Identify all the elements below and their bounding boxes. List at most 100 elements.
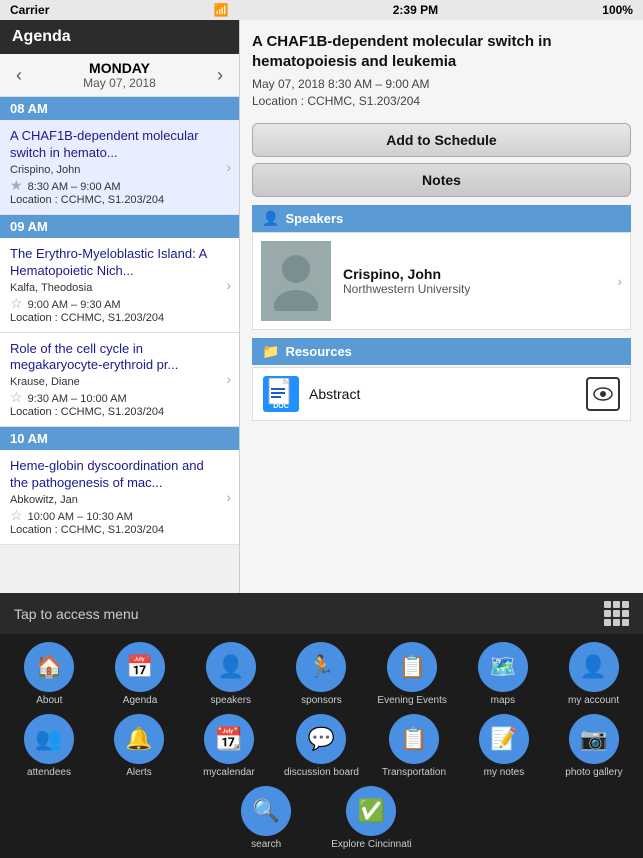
item-time: ☆ 9:30 AM – 10:00 AM: [10, 389, 229, 406]
day-info: MONDAY May 07, 2018: [32, 60, 207, 90]
day-name: MONDAY: [32, 60, 207, 76]
nav-item-evening-events[interactable]: 📋 Evening Events: [377, 642, 447, 706]
item-time: ★ 8:30 AM – 9:00 AM: [10, 177, 229, 194]
item-author: Krause, Diane: [10, 376, 229, 388]
speaker-avatar: [261, 241, 331, 321]
agenda-item[interactable]: Role of the cell cycle in megakaryocyte-…: [0, 333, 239, 428]
add-to-schedule-button[interactable]: Add to Schedule: [252, 123, 631, 157]
item-title: Role of the cell cycle in megakaryocyte-…: [10, 341, 229, 375]
nav-icon-attendees: 👥: [24, 714, 74, 764]
nav-label-about: About: [36, 695, 62, 706]
speaker-info: Crispino, John Northwestern University: [343, 266, 470, 296]
nav-row-1: 🏠 About 📅 Agenda 👤 speakers 🏃 sponsors 📋…: [0, 634, 643, 710]
avatar-silhouette: [271, 251, 321, 311]
nav-icon-search: 🔍: [241, 786, 291, 836]
preview-button[interactable]: [586, 377, 620, 411]
nav-item-mycalendar[interactable]: 📆 mycalendar: [194, 714, 264, 778]
nav-icon-agenda: 📅: [115, 642, 165, 692]
agenda-panel: Agenda ‹ MONDAY May 07, 2018 › 08 AM A C…: [0, 20, 240, 605]
nav-label-explore-cincinnati: Explore Cincinnati: [331, 839, 412, 850]
time-header-10am: 10 AM: [0, 427, 239, 450]
nav-label-discussion: discussion board: [284, 767, 359, 778]
nav-label-attendees: attendees: [27, 767, 71, 778]
wifi-icon: 📶: [214, 3, 229, 17]
nav-label-transportation: Transportation: [382, 767, 446, 778]
eye-icon: [593, 387, 613, 401]
resources-section-label: Resources: [285, 344, 351, 359]
nav-item-attendees[interactable]: 👥 attendees: [14, 714, 84, 778]
day-date: May 07, 2018: [32, 76, 207, 90]
nav-icon-sponsors: 🏃: [296, 642, 346, 692]
agenda-item[interactable]: A CHAF1B-dependent molecular switch in h…: [0, 120, 239, 215]
nav-item-alerts[interactable]: 🔔 Alerts: [104, 714, 174, 778]
item-location: Location : CCHMC, S1.203/204: [10, 524, 229, 536]
nav-label-speakers: speakers: [210, 695, 251, 706]
nav-icon-speakers: 👤: [206, 642, 256, 692]
time-header-8am: 08 AM: [0, 97, 239, 120]
nav-item-sponsors[interactable]: 🏃 sponsors: [286, 642, 356, 706]
detail-buttons: Add to Schedule Notes: [252, 123, 631, 197]
nav-icon-evening-events: 📋: [387, 642, 437, 692]
nav-icon-mycalendar: 📆: [204, 714, 254, 764]
nav-item-photo-gallery[interactable]: 📷 photo gallery: [559, 714, 629, 778]
nav-item-explore-cincinnati[interactable]: ✅ Explore Cincinnati: [331, 786, 412, 850]
time-label: 2:39 PM: [393, 3, 438, 17]
speaker-chevron-icon: ›: [617, 273, 622, 289]
nav-row-2: 👥 attendees 🔔 Alerts 📆 mycalendar 💬 disc…: [0, 710, 643, 782]
agenda-scroll[interactable]: 08 AM A CHAF1B-dependent molecular switc…: [0, 97, 239, 605]
carrier-label: Carrier: [10, 3, 49, 17]
nav-item-maps[interactable]: 🗺️ maps: [468, 642, 538, 706]
nav-label-photo-gallery: photo gallery: [565, 767, 622, 778]
nav-item-speakers[interactable]: 👤 speakers: [196, 642, 266, 706]
nav-icon-maps: 🗺️: [478, 642, 528, 692]
nav-item-my-notes[interactable]: 📝 my notes: [469, 714, 539, 778]
grid-menu-icon[interactable]: [604, 601, 629, 626]
nav-label-agenda: Agenda: [123, 695, 157, 706]
nav-item-transportation[interactable]: 📋 Transportation: [379, 714, 449, 778]
item-title: Heme-globin dyscoordination and the path…: [10, 458, 229, 492]
item-location: Location : CCHMC, S1.203/204: [10, 312, 229, 324]
nav-label-alerts: Alerts: [126, 767, 152, 778]
detail-location: Location : CCHMC, S1.203/204: [252, 94, 631, 108]
item-author: Abkowitz, Jan: [10, 494, 229, 506]
nav-icon-alerts: 🔔: [114, 714, 164, 764]
tap-menu-bar[interactable]: Tap to access menu: [0, 593, 643, 634]
nav-row-3: 🔍 search ✅ Explore Cincinnati: [0, 782, 643, 858]
nav-item-search[interactable]: 🔍 search: [231, 786, 301, 850]
item-title: A CHAF1B-dependent molecular switch in h…: [10, 128, 229, 162]
speakers-section-label: Speakers: [285, 211, 343, 226]
notes-button[interactable]: Notes: [252, 163, 631, 197]
agenda-item[interactable]: Heme-globin dyscoordination and the path…: [0, 450, 239, 545]
nav-label-mycalendar: mycalendar: [203, 767, 255, 778]
item-chevron-icon: ›: [226, 277, 231, 293]
item-author: Kalfa, Theodosia: [10, 282, 229, 294]
item-location: Location : CCHMC, S1.203/204: [10, 194, 229, 206]
next-day-button[interactable]: ›: [207, 65, 233, 86]
speaker-card[interactable]: Crispino, John Northwestern University ›: [252, 232, 631, 330]
agenda-header: Agenda: [0, 20, 239, 54]
agenda-item[interactable]: The Erythro-Myeloblastic Island: A Hemat…: [0, 238, 239, 333]
nav-item-about[interactable]: 🏠 About: [14, 642, 84, 706]
battery-label: 100%: [602, 3, 633, 17]
nav-item-agenda[interactable]: 📅 Agenda: [105, 642, 175, 706]
item-time: ☆ 10:00 AM – 10:30 AM: [10, 507, 229, 524]
nav-label-sponsors: sponsors: [301, 695, 342, 706]
detail-title: A CHAF1B-dependent molecular switch in h…: [252, 32, 631, 71]
resource-item[interactable]: DOC Abstract: [252, 367, 631, 421]
prev-day-button[interactable]: ‹: [6, 65, 32, 86]
nav-label-my-account: my account: [568, 695, 619, 706]
doc-label: DOC: [263, 403, 299, 410]
nav-icon-my-notes: 📝: [479, 714, 529, 764]
speakers-icon: 👤: [262, 210, 279, 227]
nav-item-discussion[interactable]: 💬 discussion board: [284, 714, 359, 778]
resource-doc-icon: DOC: [263, 376, 299, 412]
item-title: The Erythro-Myeloblastic Island: A Hemat…: [10, 246, 229, 280]
resources-icon: 📁: [262, 343, 279, 360]
bottom-bar: Tap to access menu 🏠 About 📅 Agenda 👤 sp…: [0, 593, 643, 858]
item-author: Crispino, John: [10, 164, 229, 176]
nav-icon-my-account: 👤: [569, 642, 619, 692]
nav-item-my-account[interactable]: 👤 my account: [559, 642, 629, 706]
resources-section-header: 📁 Resources: [252, 338, 631, 365]
resource-name: Abstract: [309, 386, 586, 402]
main-content: Agenda ‹ MONDAY May 07, 2018 › 08 AM A C…: [0, 20, 643, 605]
